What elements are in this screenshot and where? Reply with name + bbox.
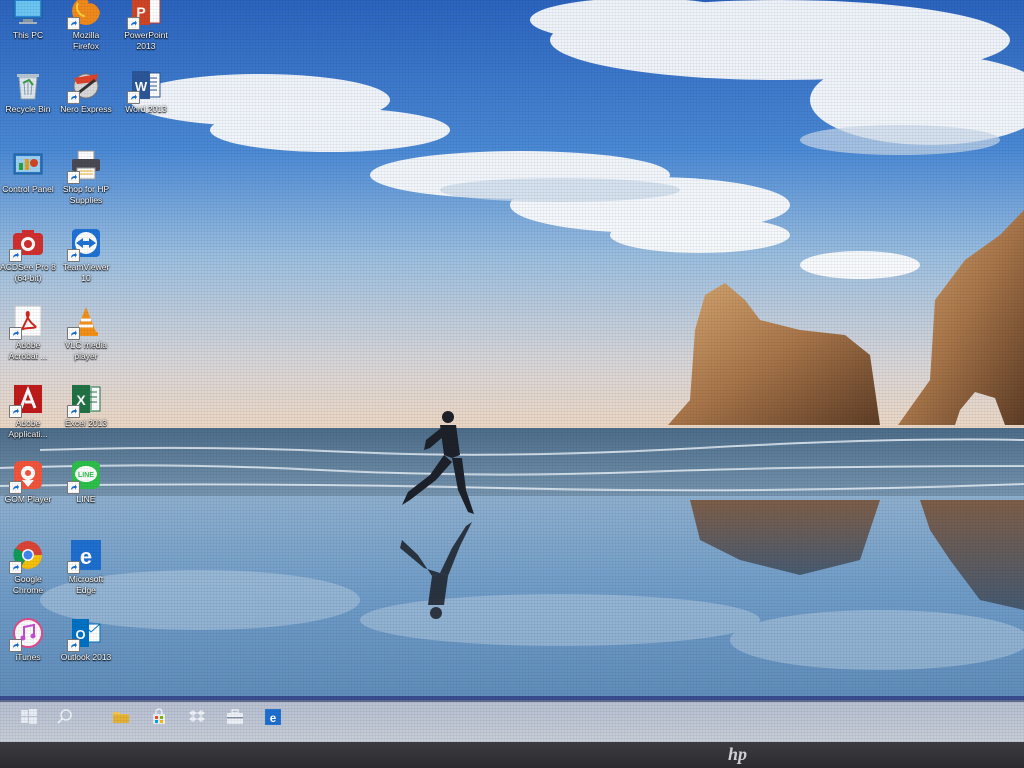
desktop-icon-label: Word 2013 bbox=[125, 104, 167, 114]
desktop-icon-label: Adobe Acrobat ... bbox=[8, 340, 48, 361]
desktop-icon-powerpoint-2013[interactable]: P PowerPoint 2013 bbox=[114, 0, 178, 52]
desktop-icon-label: iTunes bbox=[15, 652, 41, 662]
desktop-icon-label: Adobe Applicati... bbox=[8, 418, 48, 439]
edge-icon: e bbox=[264, 708, 282, 730]
desktop-icon-gom-player[interactable]: GOM Player bbox=[0, 458, 60, 505]
desktop-icon-label: LINE bbox=[76, 494, 96, 504]
monitor-bezel: hp bbox=[0, 742, 1024, 768]
store-icon bbox=[150, 708, 168, 730]
outlook-icon: O bbox=[67, 616, 103, 652]
briefcase-icon bbox=[226, 708, 244, 730]
shortcut-arrow-icon bbox=[127, 91, 140, 104]
desktop-icon-label: Outlook 2013 bbox=[60, 652, 112, 662]
desktop-icon-google-chrome[interactable]: Google Chrome bbox=[0, 538, 60, 596]
desktop-icon-label: Google Chrome bbox=[12, 574, 44, 595]
desktop-icon-vlc-media-player[interactable]: VLC media player bbox=[54, 304, 118, 362]
desktop-icon-label: This PC bbox=[12, 30, 44, 40]
shortcut-arrow-icon bbox=[9, 249, 22, 262]
windows-start-icon bbox=[20, 708, 38, 730]
desktop-icon-label: Microsoft Edge bbox=[68, 574, 104, 595]
shortcut-arrow-icon bbox=[67, 17, 80, 30]
hp-printer-icon bbox=[67, 148, 103, 184]
shortcut-arrow-icon bbox=[9, 405, 22, 418]
desktop-icon-adobe-acrobat[interactable]: Adobe Acrobat ... bbox=[0, 304, 60, 362]
desktop-icon-label: ACDSee Pro 8 (64-bit) bbox=[0, 262, 56, 283]
word-icon: W bbox=[127, 68, 163, 104]
shortcut-arrow-icon bbox=[9, 481, 22, 494]
taskbar-file-explorer-button[interactable] bbox=[108, 708, 134, 730]
desktop-icon-label: Shop for HP Supplies bbox=[62, 184, 110, 205]
desktop-icon-microsoft-edge[interactable]: e Microsoft Edge bbox=[54, 538, 118, 596]
desktop-icon-control-panel[interactable]: Control Panel bbox=[0, 148, 60, 195]
svg-text:e: e bbox=[270, 712, 277, 725]
shortcut-arrow-icon bbox=[67, 327, 80, 340]
teamviewer-icon bbox=[67, 226, 103, 262]
desktop-icon-label: Excel 2013 bbox=[64, 418, 108, 428]
desktop-icon-word-2013[interactable]: W Word 2013 bbox=[114, 68, 178, 115]
taskbar-store-button[interactable] bbox=[146, 708, 172, 730]
desktop-icon-label: GOM Player bbox=[4, 494, 52, 504]
shortcut-arrow-icon bbox=[9, 561, 22, 574]
pc-icon bbox=[11, 0, 45, 28]
gom-player-icon bbox=[9, 458, 45, 494]
acdsee-icon bbox=[9, 226, 45, 262]
vlc-icon bbox=[67, 304, 103, 340]
svg-text:e: e bbox=[80, 544, 92, 569]
desktop-icon-adobe-application[interactable]: Adobe Applicati... bbox=[0, 382, 60, 440]
taskbar-mail-briefcase-button[interactable] bbox=[222, 708, 248, 730]
recycle-bin-icon bbox=[11, 68, 45, 102]
desktop-icon-label: Mozilla Firefox bbox=[72, 30, 100, 51]
desktop-icon-label: VLC media player bbox=[64, 340, 108, 361]
itunes-icon bbox=[9, 616, 45, 652]
svg-text:LINE: LINE bbox=[78, 472, 94, 479]
desktop-icon-excel-2013[interactable]: X Excel 2013 bbox=[54, 382, 118, 429]
desktop-icon-shop-for-hp-supplies[interactable]: Shop for HP Supplies bbox=[54, 148, 118, 206]
hp-logo: hp bbox=[728, 744, 748, 764]
desktop-icon-mozilla-firefox[interactable]: Mozilla Firefox bbox=[54, 0, 118, 52]
line-icon: LINE bbox=[67, 458, 103, 494]
taskbar-search-button[interactable] bbox=[52, 708, 78, 730]
nero-icon bbox=[67, 68, 103, 104]
shortcut-arrow-icon bbox=[67, 481, 80, 494]
shortcut-arrow-icon bbox=[9, 639, 22, 652]
shortcut-arrow-icon bbox=[127, 17, 140, 30]
firefox-icon bbox=[67, 0, 103, 30]
edge-icon: e bbox=[67, 538, 103, 574]
adobe-app-icon bbox=[9, 382, 45, 418]
shortcut-arrow-icon bbox=[67, 561, 80, 574]
taskbar-edge-button[interactable]: e bbox=[260, 708, 286, 730]
desktop-icon-nero-express[interactable]: Nero Express bbox=[54, 68, 118, 115]
taskbar: e bbox=[0, 696, 1024, 742]
desktop-screen: This PC Mozilla Firefox P PowerPoint 2013 Re… bbox=[0, 0, 1024, 742]
desktop-icon-label: TeamViewer 10 bbox=[62, 262, 110, 283]
shortcut-arrow-icon bbox=[67, 639, 80, 652]
shortcut-arrow-icon bbox=[67, 171, 80, 184]
search-icon bbox=[56, 708, 74, 730]
acrobat-icon bbox=[9, 304, 45, 340]
desktop-icon-line[interactable]: LINE LINE bbox=[54, 458, 118, 505]
desktop-icon-acdsee-pro-8[interactable]: ACDSee Pro 8 (64-bit) bbox=[0, 226, 60, 284]
desktop-icon-teamviewer-10[interactable]: TeamViewer 10 bbox=[54, 226, 118, 284]
shortcut-arrow-icon bbox=[67, 249, 80, 262]
taskbar-start-button[interactable] bbox=[16, 708, 42, 730]
desktop-icon-label: Recycle Bin bbox=[5, 104, 51, 114]
dropbox-icon bbox=[188, 708, 206, 730]
excel-icon: X bbox=[67, 382, 103, 418]
desktop-icon-itunes[interactable]: iTunes bbox=[0, 616, 60, 663]
desktop-icon-outlook-2013[interactable]: O Outlook 2013 bbox=[54, 616, 118, 663]
chrome-icon bbox=[9, 538, 45, 574]
taskbar-dropbox-button[interactable] bbox=[184, 708, 210, 730]
desktop-icon-label: Nero Express bbox=[60, 104, 112, 114]
control-panel-icon bbox=[11, 148, 45, 182]
powerpoint-icon: P bbox=[127, 0, 163, 30]
shortcut-arrow-icon bbox=[9, 327, 22, 340]
folder-icon bbox=[112, 708, 130, 730]
desktop-icon-this-pc[interactable]: This PC bbox=[0, 0, 60, 41]
desktop-icon-label: PowerPoint 2013 bbox=[124, 30, 168, 51]
desktop-icon-label: Control Panel bbox=[2, 184, 54, 194]
shortcut-arrow-icon bbox=[67, 405, 80, 418]
shortcut-arrow-icon bbox=[67, 91, 80, 104]
desktop-icon-recycle-bin[interactable]: Recycle Bin bbox=[0, 68, 60, 115]
